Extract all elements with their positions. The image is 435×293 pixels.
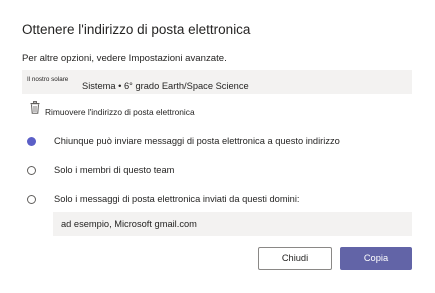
option-anyone-label: Chiunque può inviare messaggi di posta e… xyxy=(54,136,340,146)
email-team-name: Sistema • 6° grado Earth/Space Science xyxy=(82,81,249,91)
email-prefix: Il nostro solare xyxy=(27,76,69,83)
option-team-members-label: Solo i membri di questo team xyxy=(54,165,175,175)
radio-team-members[interactable] xyxy=(27,166,36,175)
dialog-subtitle: Per altre opzioni, vedere Impostazioni a… xyxy=(22,53,227,64)
radio-specific-domains[interactable] xyxy=(27,195,36,204)
close-button[interactable]: Chiudi xyxy=(258,247,332,270)
dialog-title: Ottenere l'indirizzo di posta elettronic… xyxy=(22,22,251,37)
option-anyone[interactable]: Chiunque può inviare messaggi di posta e… xyxy=(27,135,407,151)
email-address-box[interactable]: Il nostro solare Sistema • 6° grado Eart… xyxy=(22,70,412,94)
radio-anyone[interactable] xyxy=(27,137,36,146)
copy-button[interactable]: Copia xyxy=(340,247,412,270)
option-team-members[interactable]: Solo i membri di questo team xyxy=(27,164,407,180)
option-specific-domains[interactable]: Solo i messaggi di posta elettronica inv… xyxy=(27,193,407,209)
domains-input[interactable] xyxy=(53,212,412,236)
option-specific-domains-label: Solo i messaggi di posta elettronica inv… xyxy=(54,194,300,204)
remove-email-label: Rimuovere l'indirizzo di posta elettroni… xyxy=(45,107,195,117)
get-email-dialog: Ottenere l'indirizzo di posta elettronic… xyxy=(0,0,435,293)
trash-icon xyxy=(30,101,40,114)
